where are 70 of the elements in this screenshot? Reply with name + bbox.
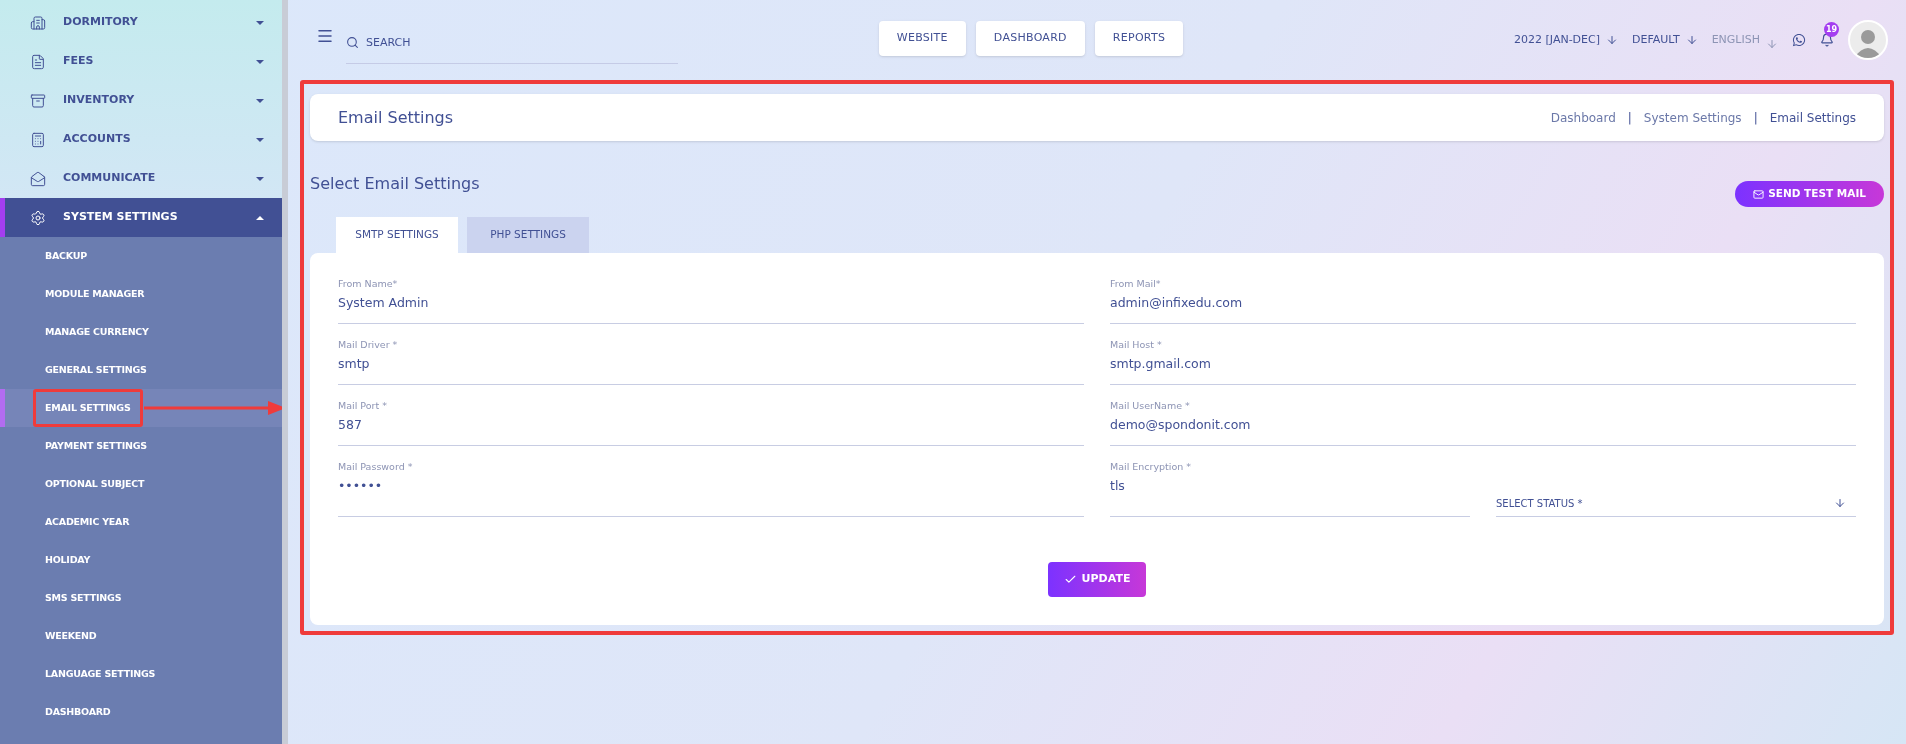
- update-button[interactable]: UPDATE: [1048, 562, 1146, 597]
- submenu-item[interactable]: HOLIDAY: [45, 552, 91, 568]
- search-icon: [346, 36, 359, 49]
- submenu-item[interactable]: EMAIL SETTINGS: [45, 400, 131, 416]
- arrow-down-icon: [1834, 497, 1846, 509]
- input-field[interactable]: Mail Password * ••••••: [338, 460, 1084, 517]
- submenu-item[interactable]: DASHBOARD: [45, 704, 111, 720]
- avatar[interactable]: [1848, 20, 1888, 60]
- calculator-icon: [30, 131, 46, 148]
- sidebar-item[interactable]: SYSTEM SETTINGS: [0, 198, 282, 237]
- sidebar-item[interactable]: FEES: [0, 42, 282, 81]
- check-icon: [1063, 573, 1077, 586]
- caret-down-icon: [256, 98, 264, 103]
- caret-down-icon: [256, 137, 264, 142]
- submenu-item[interactable]: SMS SETTINGS: [45, 590, 122, 606]
- gear-icon: [30, 209, 46, 226]
- tab[interactable]: SMTP SETTINGS: [336, 217, 458, 253]
- arrow-down-icon: [1606, 34, 1618, 46]
- nav-button[interactable]: REPORTS: [1094, 21, 1184, 56]
- caret-down-icon: [256, 20, 264, 25]
- caret-down-icon: [256, 59, 264, 64]
- tab[interactable]: PHP SETTINGS: [467, 217, 589, 253]
- submenu-item[interactable]: LANGUAGE SETTINGS: [45, 666, 156, 682]
- whatsapp-icon[interactable]: [1792, 33, 1806, 47]
- breadcrumb-separator: |: [1627, 109, 1632, 127]
- caret-up-icon: [256, 215, 264, 220]
- sidebar-item[interactable]: ACCOUNTS: [0, 120, 282, 159]
- bell-icon[interactable]: [1820, 33, 1834, 47]
- breadcrumb-link[interactable]: Dashboard: [1550, 108, 1616, 127]
- send-test-mail-button[interactable]: SEND TEST MAIL: [1735, 181, 1884, 207]
- sidebar-item[interactable]: DORMITORY: [0, 3, 282, 42]
- submenu-item[interactable]: ACADEMIC YEAR: [45, 514, 130, 530]
- input-field[interactable]: Mail Host * smtp.gmail.com: [1110, 338, 1856, 385]
- submenu-item[interactable]: BACKUP: [45, 248, 87, 264]
- nav-button[interactable]: WEBSITE: [878, 21, 966, 56]
- input-field[interactable]: From Mail* admin@infixedu.com: [1110, 277, 1856, 324]
- breadcrumb-link[interactable]: System Settings: [1643, 108, 1742, 127]
- input-field[interactable]: Mail Port * 587: [338, 399, 1084, 446]
- submenu-item[interactable]: GENERAL SETTINGS: [45, 362, 147, 378]
- nav-button[interactable]: DASHBOARD: [975, 21, 1085, 56]
- mail-icon: [1753, 188, 1765, 200]
- submenu-item[interactable]: WEEKEND: [45, 628, 97, 644]
- breadcrumb-separator: |: [1753, 109, 1758, 127]
- input-field[interactable]: Mail Driver * smtp: [338, 338, 1084, 385]
- caret-down-icon: [256, 176, 264, 181]
- input-field[interactable]: From Name* System Admin: [338, 277, 1084, 324]
- input-field[interactable]: Mail UserName * demo@spondonit.com: [1110, 399, 1856, 446]
- cabinet-icon: [30, 92, 46, 109]
- section-title: Select Email Settings: [310, 173, 480, 195]
- sidebar-item[interactable]: COMMUNICATE: [0, 159, 282, 198]
- page-title: Email Settings: [338, 106, 454, 129]
- envelope-icon: [30, 170, 46, 187]
- menu-icon[interactable]: [316, 27, 334, 45]
- dropdown[interactable]: 2022 [JAN-DEC]: [1514, 31, 1618, 49]
- building-icon: [30, 14, 46, 31]
- active-indicator: [0, 389, 5, 427]
- submenu-item[interactable]: MANAGE CURRENCY: [45, 324, 149, 340]
- search-field[interactable]: SEARCH: [346, 22, 678, 64]
- submenu-item[interactable]: OPTIONAL SUBJECT: [45, 476, 145, 492]
- status-select[interactable]: SELECT STATUS *: [1496, 482, 1856, 517]
- submenu-item[interactable]: PAYMENT SETTINGS: [45, 438, 147, 454]
- sidebar-item[interactable]: INVENTORY: [0, 81, 282, 120]
- arrow-down-icon: [1766, 38, 1778, 50]
- dropdown[interactable]: DEFAULT: [1632, 31, 1698, 49]
- notification-badge: 19: [1824, 22, 1839, 37]
- arrow-down-icon: [1685, 34, 1698, 46]
- input-field[interactable]: Mail Encryption * tls: [1110, 460, 1470, 517]
- document-icon: [30, 53, 46, 70]
- active-indicator: [0, 198, 5, 237]
- submenu-item[interactable]: MODULE MANAGER: [45, 286, 145, 302]
